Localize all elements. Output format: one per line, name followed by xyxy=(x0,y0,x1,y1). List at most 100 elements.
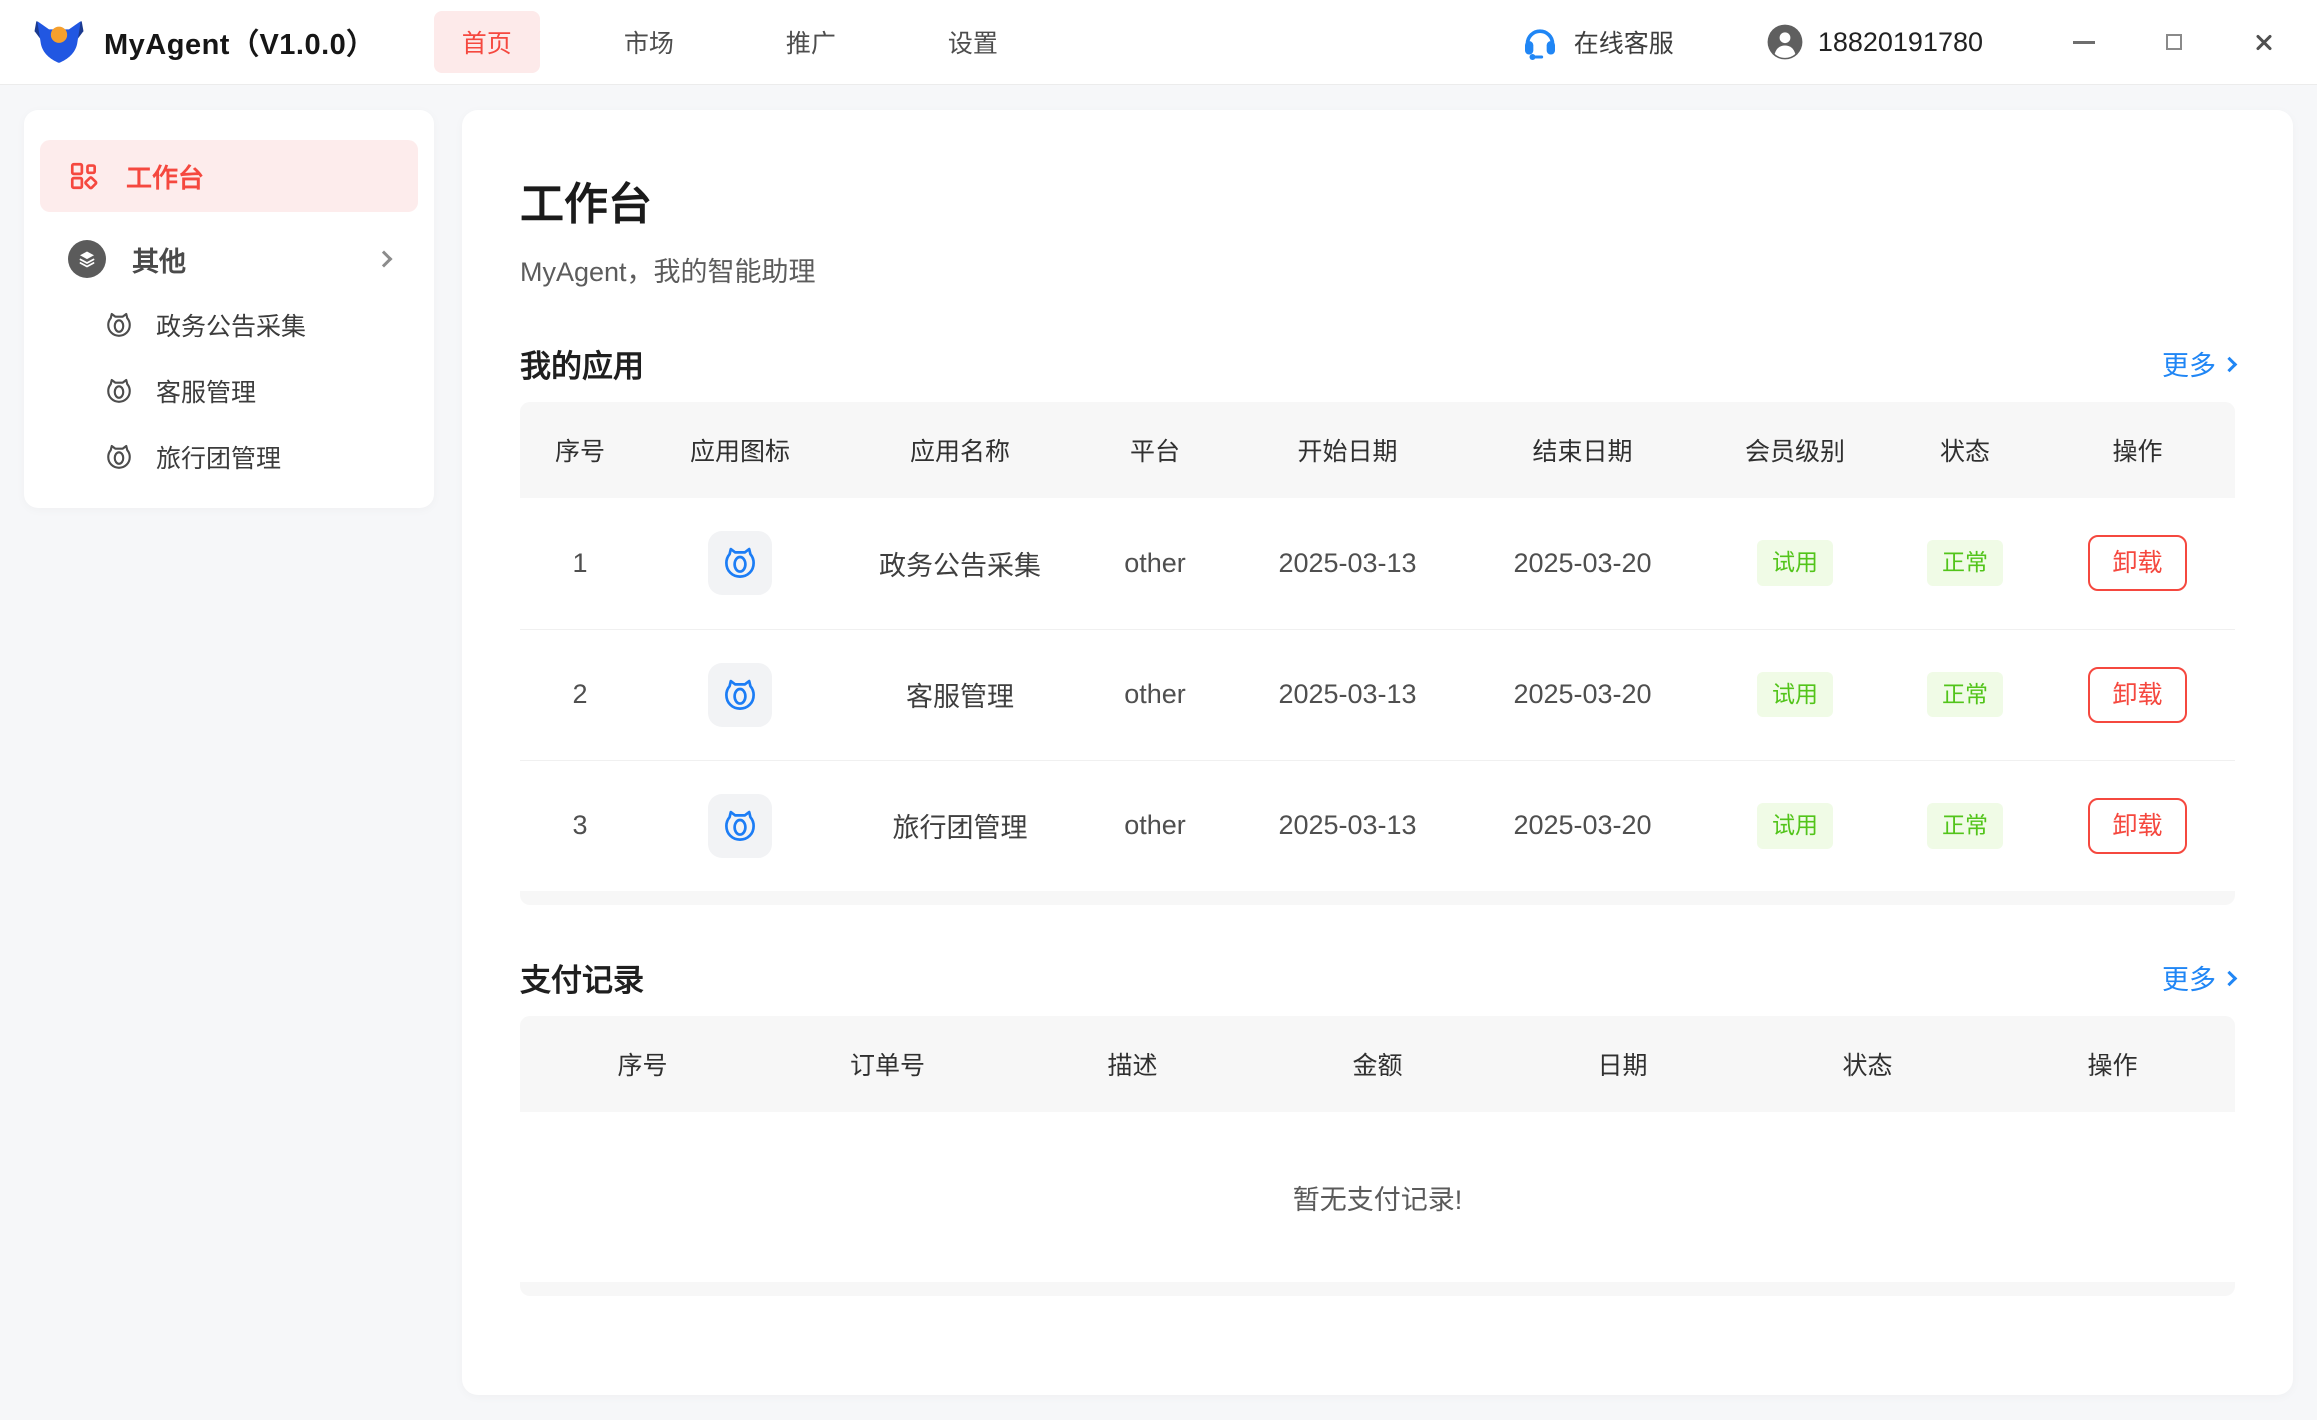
more-label: 更多 xyxy=(2162,344,2216,383)
page-subtitle: MyAgent，我的智能助理 xyxy=(520,250,2235,289)
more-label: 更多 xyxy=(2162,958,2216,997)
trial-badge: 试用 xyxy=(1757,672,1833,718)
member-level-cell: 试用 xyxy=(1700,498,1890,629)
bull-app-icon xyxy=(708,663,772,727)
sidebar: 工作台 其他 政务公告采集客服管理旅行团管理 xyxy=(24,110,434,508)
chevron-right-icon xyxy=(2222,357,2238,373)
status-cell: 正常 xyxy=(1890,498,2040,629)
payments-more-link[interactable]: 更多 xyxy=(2162,958,2235,997)
status-badge: 正常 xyxy=(1927,672,2003,718)
column-header: 描述 xyxy=(1010,1016,1255,1112)
app-name: 政务公告采集 xyxy=(840,498,1080,629)
app-row-index: 1 xyxy=(520,498,640,629)
column-header: 状态 xyxy=(1745,1016,1990,1112)
column-header: 日期 xyxy=(1500,1016,1745,1112)
minimize-button[interactable] xyxy=(2069,27,2099,57)
status-cell: 正常 xyxy=(1890,760,2040,891)
app-start-date: 2025-03-13 xyxy=(1230,629,1465,760)
app-logo-icon xyxy=(30,13,88,71)
chevron-right-icon xyxy=(376,251,393,268)
sidebar-item-label: 工作台 xyxy=(126,158,204,195)
online-service-label: 在线客服 xyxy=(1574,24,1674,60)
status-badge: 正常 xyxy=(1927,540,2003,586)
column-header: 金额 xyxy=(1255,1016,1500,1112)
sidebar-item-workbench[interactable]: 工作台 xyxy=(40,140,418,212)
member-level-cell: 试用 xyxy=(1700,629,1890,760)
sidebar-subitem-3[interactable]: 旅行团管理 xyxy=(40,424,418,490)
maximize-button[interactable] xyxy=(2159,27,2189,57)
main-content: 工作台 MyAgent，我的智能助理 我的应用 更多 序号应用图标应用名称平台开… xyxy=(462,110,2293,1395)
action-cell: 卸载 xyxy=(2040,498,2235,629)
close-button[interactable] xyxy=(2249,27,2279,57)
uninstall-button[interactable]: 卸载 xyxy=(2088,667,2186,723)
sidebar-subitem-label: 旅行团管理 xyxy=(156,439,281,475)
sidebar-subitem-label: 客服管理 xyxy=(156,373,256,409)
online-service-button[interactable]: 在线客服 xyxy=(1520,22,1674,62)
status-badge: 正常 xyxy=(1927,803,2003,849)
app-table-row: 1 政务公告采集other2025-03-132025-03-20 试用 正常 卸载 xyxy=(520,498,2235,629)
layers-icon xyxy=(68,240,106,278)
app-platform: other xyxy=(1080,498,1230,629)
column-header: 状态 xyxy=(1890,402,2040,498)
window-controls xyxy=(2069,27,2287,57)
app-icon-cell xyxy=(640,629,840,760)
app-icon-cell xyxy=(640,498,840,629)
sidebar-item-others[interactable]: 其他 xyxy=(40,226,418,292)
app-start-date: 2025-03-13 xyxy=(1230,760,1465,891)
app-icon-cell xyxy=(640,760,840,891)
bull-app-icon xyxy=(708,794,772,858)
page-title: 工作台 xyxy=(520,168,2235,232)
trial-badge: 试用 xyxy=(1757,540,1833,586)
apps-table-header-row: 序号应用图标应用名称平台开始日期结束日期会员级别状态操作 xyxy=(520,402,2235,498)
column-header: 应用名称 xyxy=(840,402,1080,498)
app-end-date: 2025-03-20 xyxy=(1465,760,1700,891)
nav-item-设置[interactable]: 设置 xyxy=(920,11,1026,73)
apps-section-title: 我的应用 xyxy=(520,341,644,386)
payments-empty-row: 暂无支付记录! xyxy=(520,1112,2235,1282)
nav-item-推广[interactable]: 推广 xyxy=(758,11,864,73)
app-table-row: 3旅行团管理other2025-03-132025-03-20试用正常卸载 xyxy=(520,760,2235,891)
phone-number: 18820191780 xyxy=(1818,27,1983,58)
app-name: 旅行团管理 xyxy=(840,760,1080,891)
chevron-right-icon xyxy=(2222,971,2238,987)
action-cell: 卸载 xyxy=(2040,760,2235,891)
sidebar-subitem-1[interactable]: 政务公告采集 xyxy=(40,292,418,358)
column-header: 操作 xyxy=(2040,402,2235,498)
bull-icon xyxy=(104,442,134,472)
column-header: 应用图标 xyxy=(640,402,840,498)
column-header: 序号 xyxy=(520,1016,765,1112)
avatar-icon xyxy=(1766,23,1804,61)
member-level-cell: 试用 xyxy=(1700,760,1890,891)
app-end-date: 2025-03-20 xyxy=(1465,629,1700,760)
column-header: 开始日期 xyxy=(1230,402,1465,498)
app-table-row: 2客服管理other2025-03-132025-03-20试用正常卸载 xyxy=(520,629,2235,760)
app-platform: other xyxy=(1080,760,1230,891)
apps-table: 序号应用图标应用名称平台开始日期结束日期会员级别状态操作 1 政务公告采集othe… xyxy=(520,402,2235,905)
column-header: 结束日期 xyxy=(1465,402,1700,498)
bull-icon xyxy=(104,310,134,340)
app-start-date: 2025-03-13 xyxy=(1230,498,1465,629)
headset-icon xyxy=(1520,22,1560,62)
app-row-index: 2 xyxy=(520,629,640,760)
action-cell: 卸载 xyxy=(2040,629,2235,760)
uninstall-button[interactable]: 卸载 xyxy=(2088,798,2186,854)
bull-icon xyxy=(104,376,134,406)
grid-icon xyxy=(68,160,100,192)
column-header: 序号 xyxy=(520,402,640,498)
trial-badge: 试用 xyxy=(1757,803,1833,849)
account[interactable]: 18820191780 xyxy=(1766,23,1983,61)
apps-more-link[interactable]: 更多 xyxy=(2162,344,2235,383)
payments-section-title: 支付记录 xyxy=(520,955,644,1000)
nav-item-市场[interactable]: 市场 xyxy=(596,11,702,73)
sidebar-group-label: 其他 xyxy=(132,240,186,279)
uninstall-button[interactable]: 卸载 xyxy=(2088,535,2186,591)
status-cell: 正常 xyxy=(1890,629,2040,760)
app-end-date: 2025-03-20 xyxy=(1465,498,1700,629)
column-header: 平台 xyxy=(1080,402,1230,498)
sidebar-subitem-2[interactable]: 客服管理 xyxy=(40,358,418,424)
main-nav: 首页市场推广设置 xyxy=(434,11,1026,73)
bull-app-icon xyxy=(708,531,772,595)
sidebar-subitem-label: 政务公告采集 xyxy=(156,307,306,343)
payments-table-header-row: 序号订单号描述金额日期状态操作 xyxy=(520,1016,2235,1112)
nav-item-首页[interactable]: 首页 xyxy=(434,11,540,73)
